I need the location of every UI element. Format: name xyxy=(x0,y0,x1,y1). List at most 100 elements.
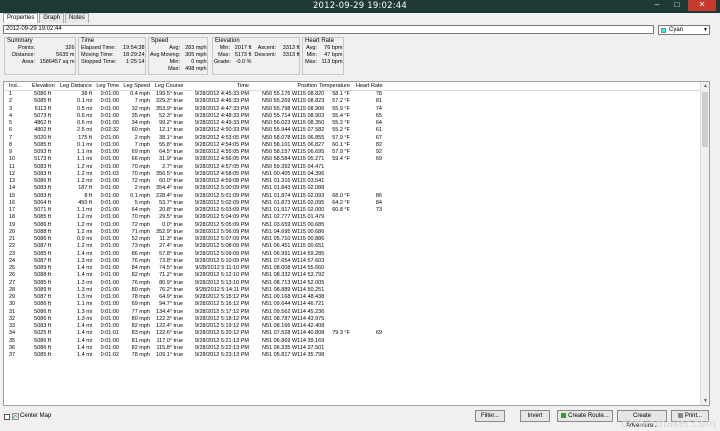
table-row[interactable]: 17 5071 ft 1.1 mi 0:01:00 64 mph 20.8° true 9/… xyxy=(4,207,702,214)
table-cell-elevation: 5020 ft xyxy=(34,134,51,141)
elevation-row: Min: 2017 ft Ascent: 3313 ft xyxy=(214,45,300,51)
table-cell-leg-course: 356.5° true xyxy=(156,170,183,177)
create-route-button[interactable]: Create Route... xyxy=(557,410,613,422)
column-header-time[interactable]: Time xyxy=(184,83,249,89)
table-row[interactable]: 7 5020 ft 175 ft 0:01:00 2 mph 38.1° true 9/28… xyxy=(4,135,702,142)
table-cell-leg-time: 0:01:00 xyxy=(100,163,119,170)
table-cell-index: 8 xyxy=(9,141,13,148)
table-cell-elevation: 5086 ft xyxy=(34,221,51,228)
table-cell-index: 24 xyxy=(9,257,16,264)
table-row[interactable]: 6 4802 ft 2.5 mi 0:02:32 60 mph 12.1° true 9/2… xyxy=(4,127,702,134)
center-map-label[interactable]: Center Map xyxy=(20,413,51,419)
table-cell-leg-course: 122.3° true xyxy=(156,315,183,322)
table-row[interactable]: 15 5083 ft 8 ft 0:01:00 0.1 mph 228.4° true 9/… xyxy=(4,193,702,200)
table-cell-position: N51 08.332 W114 53.792 xyxy=(262,272,325,279)
color-swatch-icon xyxy=(661,28,666,33)
table-row[interactable]: 12 5083 ft 1.2 mi 0:01:03 70 mph 356.5° true 9… xyxy=(4,171,702,178)
column-header-elevation[interactable]: Elevation xyxy=(32,83,55,89)
table-cell-leg-time: 0:01:00 xyxy=(100,120,119,126)
table-row[interactable]: 16 5064 ft 450 ft 0:01:00 5 mph 53.7° true 9/2… xyxy=(4,200,702,207)
vertical-scrollbar[interactable]: ▲ ▼ xyxy=(700,82,709,405)
filter-button[interactable]: Filter... xyxy=(475,410,505,422)
table-cell-temperature: 57.2 °F xyxy=(332,98,350,105)
table-row[interactable]: 8 5085 ft 0.1 mi 0:01:00 7 mph 55.8° true 9/28… xyxy=(4,142,702,149)
table-row[interactable]: 30 5086 ft 1.1 mi 0:01:00 69 mph 94.7° true 9/… xyxy=(4,301,702,308)
table-row[interactable]: 37 5085 ft 1.4 mi 0:01:02 78 mph 109.1° true 9… xyxy=(4,352,702,359)
table-row[interactable]: 3 5113 ft 0.5 mi 0:01:00 32 mph 353.9° true 9/… xyxy=(4,106,702,113)
table-row[interactable]: 28 5089 ft 1.3 mi 0:01:00 80 mph 76.2° true 9/… xyxy=(4,287,702,294)
table-cell-time: 9/28/2012 5:09:09 PM xyxy=(194,250,249,257)
table-cell-elevation: 5173 ft xyxy=(34,156,51,163)
table-cell-leg-distance: 0.1 mi xyxy=(77,141,92,148)
maximize-button[interactable]: □ xyxy=(668,0,686,11)
table-row[interactable]: 14 5083 ft 187 ft 0:01:00 2 mph 354.4° true 9/… xyxy=(4,185,702,192)
table-row[interactable]: 36 5086 ft 1.4 mi 0:01:00 82 mph 115.8° true 9… xyxy=(4,345,702,352)
time-row: Stopped Time: 1:25:14 xyxy=(81,59,145,65)
column-header-leg-time[interactable]: Leg Time xyxy=(95,83,119,89)
table-row[interactable]: 4 5073 ft 0.6 mi 0:01:00 35 mph 52.3° true 9/2… xyxy=(4,113,702,120)
column-header-leg-course[interactable]: Leg Course xyxy=(155,83,183,89)
table-row[interactable]: 11 5083 ft 1.2 mi 0:01:00 70 mph 2.7° true 9/2… xyxy=(4,164,702,171)
invert-button[interactable]: Invert xyxy=(520,410,550,422)
scroll-up-icon[interactable]: ▲ xyxy=(701,82,709,90)
table-row[interactable]: 1 5086 ft 38 ft 0:01:00 0.4 mph 199.5° true 9/… xyxy=(4,91,702,98)
table-cell-leg-time: 0:01:00 xyxy=(100,308,119,315)
table-row[interactable]: 32 5086 ft 1.3 mi 0:01:00 80 mph 122.3° true 9… xyxy=(4,316,702,323)
column-header-leg-distance[interactable]: Leg Distance xyxy=(56,83,92,89)
color-select[interactable]: Cyan ▼ xyxy=(658,25,710,35)
column-header-position[interactable]: Position xyxy=(262,83,317,89)
table-cell-leg-time: 0:01:00 xyxy=(100,141,119,148)
table-row[interactable]: 29 5087 ft 1.3 mi 0:01:00 78 mph 64.9° true 9/… xyxy=(4,294,702,301)
name-field[interactable]: 2012-09-29 19:02:44 xyxy=(3,25,654,34)
table-cell-time: 9/28/2012 4:58:05 PM xyxy=(194,170,249,177)
table-row[interactable]: 13 5086 ft 1.2 mi 0:01:00 72 mph 60.0° true 9/… xyxy=(4,178,702,185)
table-row[interactable]: 9 5093 ft 1.1 mi 0:01:00 69 mph 64.5° true 9/2… xyxy=(4,149,702,156)
column-header-temperature[interactable]: Temperature xyxy=(318,83,350,89)
table-cell-leg-distance: 0.1 mi xyxy=(77,98,92,105)
tab-properties[interactable]: Properties xyxy=(3,13,39,23)
table-row[interactable]: 23 5085 ft 1.4 mi 0:01:00 86 mph 57.8° true 9/… xyxy=(4,251,702,258)
table-row[interactable]: 26 5088 ft 1.4 mi 0:01:00 82 mph 71.2° true 9/… xyxy=(4,272,702,279)
table-row[interactable]: 25 5089 ft 1.4 mi 0:01:00 84 mph 74.5° true 9/… xyxy=(4,265,702,272)
table-cell-index: 34 xyxy=(9,330,16,337)
summary-row: Area: 1586457 sq m xyxy=(7,59,75,65)
speed-value: 283 mph xyxy=(185,45,207,51)
close-button[interactable]: ✕ xyxy=(688,0,716,11)
table-cell-leg-speed: 7 mph xyxy=(134,98,150,105)
table-row[interactable]: 24 5087 ft 1.3 mi 0:01:00 76 mph 73.8° true 9/… xyxy=(4,258,702,265)
table-row[interactable]: 35 5086 ft 1.4 mi 0:01:00 81 mph 117.0° true 9… xyxy=(4,338,702,345)
tab-graph[interactable]: Graph xyxy=(39,13,65,23)
tab-notes[interactable]: Notes xyxy=(65,13,89,23)
table-row[interactable]: 34 5025 ft 1.4 mi 0:01:01 83 mph 122.6° true 9… xyxy=(4,330,702,337)
table-cell-heart-rate: 61 xyxy=(375,127,382,134)
scroll-down-icon[interactable]: ▼ xyxy=(701,397,709,405)
center-map-checkbox[interactable] xyxy=(4,414,10,420)
elevation-label: Grade: xyxy=(214,59,231,65)
scrollbar-thumb[interactable] xyxy=(702,92,708,147)
table-row[interactable]: 21 5086 ft 0.9 mi 0:01:00 52 mph 11.3° true 9/… xyxy=(4,236,702,243)
table-cell-leg-speed: 64 mph xyxy=(131,207,150,213)
minimize-button[interactable]: – xyxy=(648,0,666,11)
table-cell-leg-course: 20.8° true xyxy=(159,207,183,213)
trackpoint-table[interactable]: Ind... Elevation Leg Distance Leg Time Leg S… xyxy=(3,81,710,406)
table-row[interactable]: 18 5085 ft 1.2 mi 0:01:00 70 mph 29.5° true 9/… xyxy=(4,214,702,221)
speed-label: Min: xyxy=(169,59,180,65)
table-row[interactable]: 33 5083 ft 1.4 mi 0:01:00 82 mph 122.4° true 9… xyxy=(4,323,702,330)
column-header-leg-speed[interactable]: Leg Speed xyxy=(122,83,150,89)
table-cell-position: N51 08.166 W114 42.408 xyxy=(262,323,325,329)
table-row[interactable]: 2 5085 ft 0.1 mi 0:01:00 7 mph 329.3° true 9/2… xyxy=(4,98,702,105)
column-header-index[interactable]: Ind... xyxy=(9,83,29,89)
table-row[interactable]: 10 5173 ft 1.1 mi 0:01:00 66 mph 31.9° true 9/… xyxy=(4,156,702,163)
elevation-label: Min: xyxy=(219,45,230,51)
table-row[interactable]: 22 5087 ft 1.2 mi 0:01:00 73 mph 27.4° true 9/… xyxy=(4,243,702,250)
table-row[interactable]: 31 5086 ft 1.3 mi 0:01:00 77 mph 134.4° true 9… xyxy=(4,309,702,316)
table-cell-position: N51 06.991 W114 59.285 xyxy=(262,250,325,257)
table-cell-position: N51 01.873 W115 02.095 xyxy=(262,199,325,206)
column-header-heart-rate[interactable]: Heart Rate xyxy=(356,83,383,89)
table-row[interactable]: 19 5086 ft 1.2 mi 0:01:00 72 mph 0.0° true 9/2… xyxy=(4,222,702,229)
table-cell-leg-course: 53.7° true xyxy=(159,199,183,206)
table-row[interactable]: 20 5088 ft 1.2 mi 0:01:00 71 mph 352.9° true 9… xyxy=(4,229,702,236)
table-row[interactable]: 27 5085 ft 1.3 mi 0:01:00 76 mph 80.9° true 9/… xyxy=(4,280,702,287)
table-row[interactable]: 5 4862 ft 0.6 mi 0:01:00 34 mph 99.2° true 9/2… xyxy=(4,120,702,127)
table-cell-position: N51 07.654 W114 57.603 xyxy=(262,257,325,264)
